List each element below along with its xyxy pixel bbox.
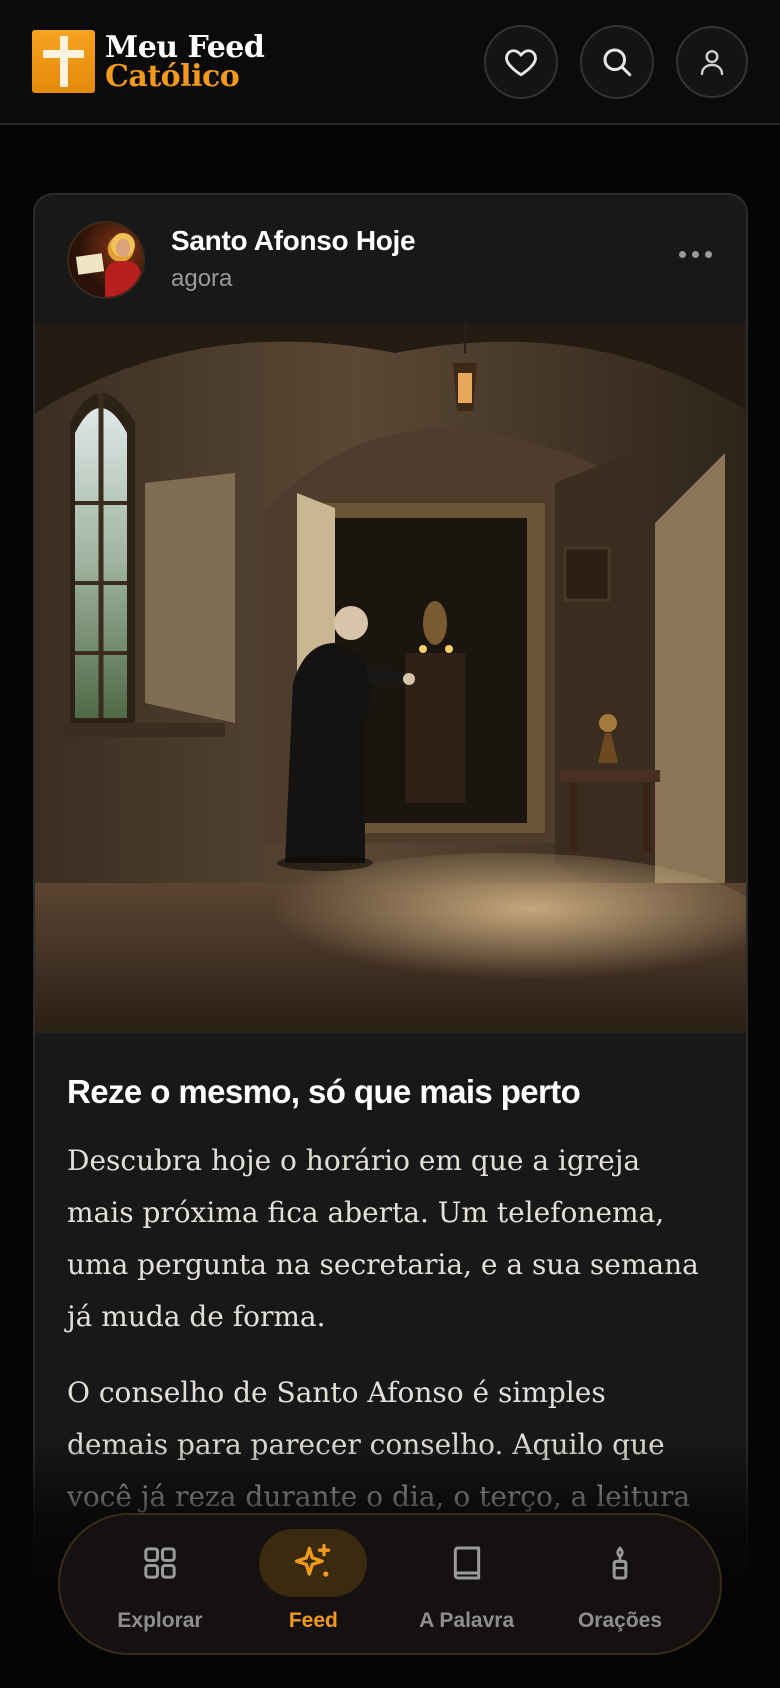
nav-label: Feed: [288, 1609, 338, 1632]
dot-icon: [692, 251, 699, 258]
search-button[interactable]: [580, 25, 654, 99]
post-image[interactable]: [35, 323, 746, 1033]
nav-item-feed[interactable]: Feed: [253, 1515, 373, 1653]
post-header: Santo Afonso Hoje agora: [35, 195, 746, 323]
nav-item-a-palavra[interactable]: A Palavra: [407, 1515, 527, 1653]
nav-item-explorar[interactable]: Explorar: [100, 1515, 220, 1653]
app-logo[interactable]: Meu Feed Católico: [32, 29, 265, 94]
cross-logo-icon: [32, 30, 95, 93]
nav-label: A Palavra: [419, 1609, 515, 1632]
sparkles-icon: [259, 1529, 368, 1597]
app-title: Meu Feed Católico: [105, 29, 265, 94]
app-title-line1: Meu Feed: [105, 29, 265, 65]
post-title: Reze o mesmo, só que mais perto: [67, 1073, 581, 1110]
user-icon: [700, 50, 724, 76]
search-icon: [603, 48, 632, 77]
nav-item-oracoes[interactable]: Orações: [560, 1515, 680, 1653]
bottom-navigation: Explorar Feed A Palavra Orações: [58, 1513, 722, 1655]
heart-icon: [505, 49, 537, 77]
dot-icon: [679, 251, 686, 258]
profile-button[interactable]: [676, 26, 748, 98]
dot-icon: [705, 251, 712, 258]
post-paragraph: Descubra hoje o horário em que a igreja …: [67, 1144, 699, 1333]
app-title-line2: Católico: [105, 58, 240, 94]
chapel-painting-image: [35, 323, 746, 1033]
candle-icon: [566, 1529, 674, 1597]
more-options-button[interactable]: [679, 251, 712, 258]
grid-icon: [106, 1529, 214, 1597]
nav-label: Orações: [577, 1609, 663, 1632]
book-icon: [413, 1529, 521, 1597]
author-name[interactable]: Santo Afonso Hoje: [171, 225, 416, 257]
favorites-button[interactable]: [484, 25, 558, 99]
post-time: agora: [171, 265, 233, 292]
app-header: Meu Feed Católico: [0, 0, 780, 125]
nav-label: Explorar: [117, 1609, 203, 1632]
author-avatar[interactable]: [67, 221, 145, 299]
